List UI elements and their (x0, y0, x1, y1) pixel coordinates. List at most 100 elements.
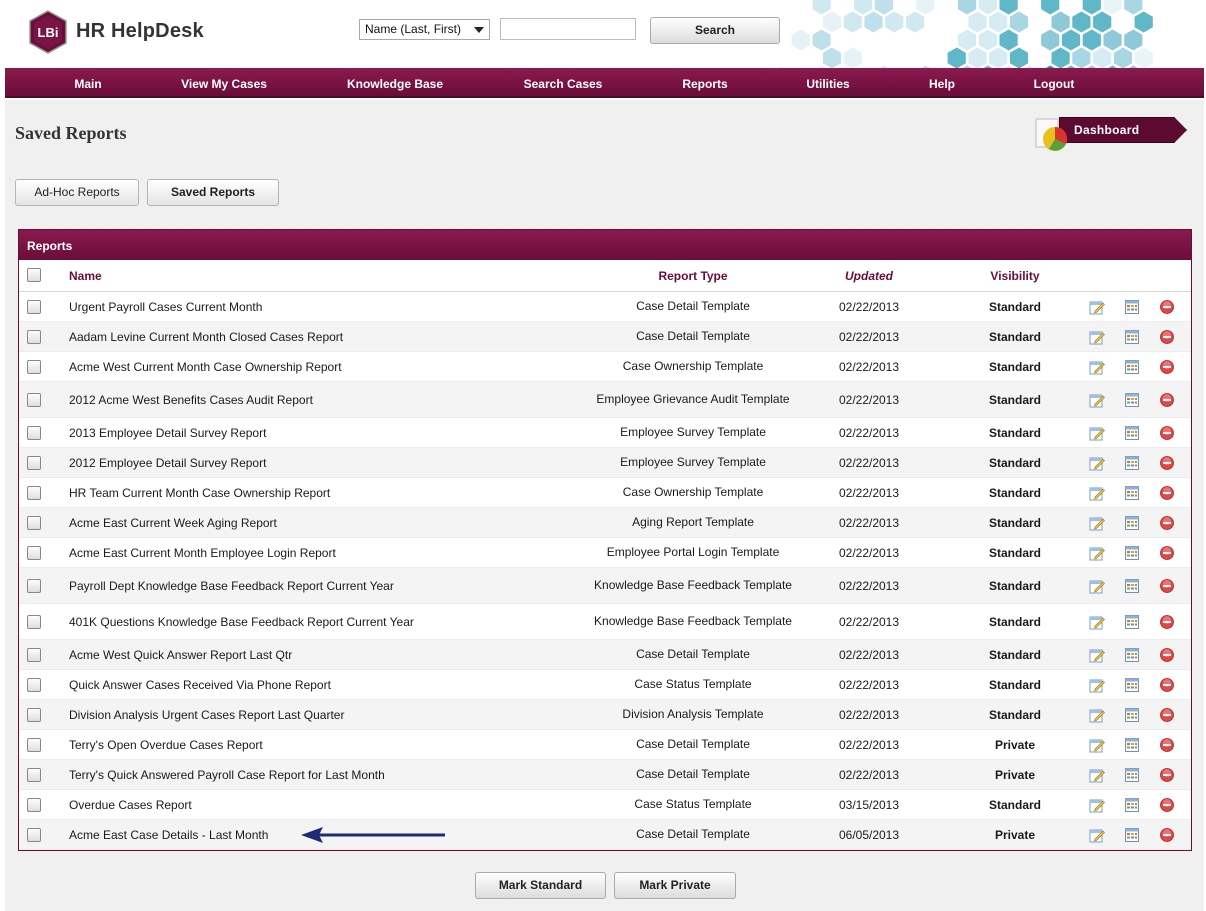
edit-report-button[interactable] (1089, 478, 1105, 507)
edit-report-button[interactable] (1089, 604, 1105, 639)
edit-report-button[interactable] (1089, 700, 1105, 729)
report-grid-icon (1125, 614, 1139, 629)
row-checkbox[interactable] (27, 730, 43, 759)
edit-report-button[interactable] (1089, 448, 1105, 477)
edit-report-button[interactable] (1089, 508, 1105, 537)
delete-report-button[interactable] (1160, 700, 1176, 729)
run-report-button[interactable] (1125, 604, 1141, 639)
run-report-button[interactable] (1125, 730, 1141, 759)
row-checkbox[interactable] (27, 568, 43, 603)
search-button[interactable]: Search (650, 17, 780, 44)
hexagon-shape (1009, 47, 1029, 68)
delete-report-button[interactable] (1160, 448, 1176, 477)
row-checkbox[interactable] (27, 418, 43, 447)
edit-report-button[interactable] (1089, 538, 1105, 567)
delete-report-button[interactable] (1160, 568, 1176, 603)
edit-report-button[interactable] (1089, 760, 1105, 789)
run-report-button[interactable] (1125, 538, 1141, 567)
delete-report-button[interactable] (1160, 292, 1176, 321)
column-header-updated[interactable]: Updated (819, 260, 919, 292)
run-report-button[interactable] (1125, 448, 1141, 477)
run-report-button[interactable] (1125, 670, 1141, 699)
row-checkbox[interactable] (27, 352, 43, 381)
run-report-button[interactable] (1125, 508, 1141, 537)
delete-report-button[interactable] (1160, 760, 1176, 789)
edit-report-button[interactable] (1089, 322, 1105, 351)
delete-report-button[interactable] (1160, 790, 1176, 819)
mark-standard-button[interactable]: Mark Standard (475, 872, 606, 899)
delete-report-button[interactable] (1160, 508, 1176, 537)
delete-report-button[interactable] (1160, 478, 1176, 507)
row-checkbox[interactable] (27, 292, 43, 321)
edit-report-button[interactable] (1089, 820, 1105, 849)
row-checkbox[interactable] (27, 820, 43, 849)
delete-report-button[interactable] (1160, 382, 1176, 417)
row-checkbox[interactable] (27, 670, 43, 699)
mark-private-button[interactable]: Mark Private (614, 872, 736, 899)
tab-ad-hoc-reports[interactable]: Ad-Hoc Reports (15, 179, 139, 206)
delete-report-button[interactable] (1160, 352, 1176, 381)
column-header-report-type[interactable]: Report Type (593, 260, 793, 292)
edit-report-button[interactable] (1089, 670, 1105, 699)
edit-report-button[interactable] (1089, 790, 1105, 819)
edit-report-button[interactable] (1089, 352, 1105, 381)
column-header-visibility[interactable]: Visibility (965, 260, 1065, 292)
delete-report-button[interactable] (1160, 418, 1176, 447)
nav-view-my-cases[interactable]: View My Cases (181, 68, 267, 98)
row-checkbox[interactable] (27, 790, 43, 819)
nav-help[interactable]: Help (929, 68, 955, 98)
edit-report-button[interactable] (1089, 568, 1105, 603)
report-updated: 02/22/2013 (838, 329, 900, 344)
run-report-button[interactable] (1125, 322, 1141, 351)
row-checkbox[interactable] (27, 760, 43, 789)
nav-logout[interactable]: Logout (1034, 68, 1075, 98)
run-report-button[interactable] (1125, 478, 1141, 507)
run-report-button[interactable] (1125, 418, 1141, 447)
run-report-button[interactable] (1125, 760, 1141, 789)
edit-report-button[interactable] (1089, 382, 1105, 417)
delete-report-button[interactable] (1160, 538, 1176, 567)
row-checkbox[interactable] (27, 508, 43, 537)
table-row: Payroll Dept Knowledge Base Feedback Rep… (19, 568, 1191, 604)
row-checkbox[interactable] (27, 700, 43, 729)
nav-search-cases[interactable]: Search Cases (524, 68, 603, 98)
run-report-button[interactable] (1125, 640, 1141, 669)
run-report-button[interactable] (1125, 790, 1141, 819)
run-report-button[interactable] (1125, 292, 1141, 321)
tab-saved-reports[interactable]: Saved Reports (147, 179, 279, 206)
table-row: Terry's Open Overdue Cases Report Case De… (19, 730, 1191, 760)
delete-report-button[interactable] (1160, 670, 1176, 699)
edit-report-button[interactable] (1089, 730, 1105, 759)
row-checkbox[interactable] (27, 322, 43, 351)
search-field-select[interactable]: Name (Last, First) (359, 19, 490, 40)
nav-main[interactable]: Main (74, 68, 101, 98)
row-checkbox[interactable] (27, 478, 43, 507)
nav-utilities[interactable]: Utilities (806, 68, 849, 98)
search-input[interactable] (500, 18, 636, 40)
run-report-button[interactable] (1125, 568, 1141, 603)
delete-report-button[interactable] (1160, 730, 1176, 759)
run-report-button[interactable] (1125, 700, 1141, 729)
column-header-name[interactable]: Name (69, 260, 102, 292)
row-checkbox[interactable] (27, 538, 43, 567)
row-checkbox[interactable] (27, 640, 43, 669)
nav-knowledge-base[interactable]: Knowledge Base (347, 68, 443, 98)
edit-report-button[interactable] (1089, 640, 1105, 669)
delete-report-button[interactable] (1160, 604, 1176, 639)
delete-minus-icon (1160, 455, 1174, 470)
delete-report-button[interactable] (1160, 820, 1176, 849)
row-checkbox[interactable] (27, 448, 43, 477)
select-all-checkbox[interactable] (27, 268, 41, 282)
edit-report-button[interactable] (1089, 418, 1105, 447)
row-checkbox[interactable] (27, 382, 43, 417)
row-checkbox[interactable] (27, 604, 43, 639)
delete-report-button[interactable] (1160, 640, 1176, 669)
lbi-logo-icon[interactable]: LBi (28, 10, 68, 54)
nav-reports[interactable]: Reports (682, 68, 727, 98)
dashboard-button[interactable]: Dashboard (1035, 117, 1190, 157)
run-report-button[interactable] (1125, 382, 1141, 417)
run-report-button[interactable] (1125, 352, 1141, 381)
edit-report-button[interactable] (1089, 292, 1105, 321)
delete-report-button[interactable] (1160, 322, 1176, 351)
run-report-button[interactable] (1125, 820, 1141, 849)
